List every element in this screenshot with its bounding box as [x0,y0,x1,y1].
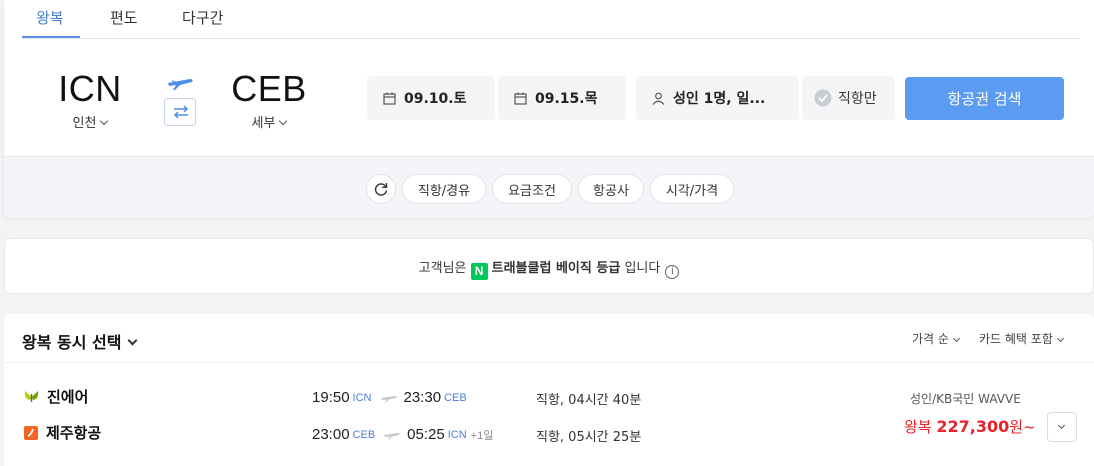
calendar-icon [514,92,527,105]
swap-arrows-icon [173,105,189,119]
inbound-schedule: 23:00 CEB 05:25 ICN +1일 [312,426,494,443]
calendar-icon [383,92,396,105]
origin-selector[interactable]: ICN 인천 [50,68,130,131]
passenger-value: 성인 1명, 일... [673,91,766,107]
destination-name: 세부 [222,112,316,131]
membership-banner: 고객님은 N 트래블클럽 베이직 등급 입니다 i [4,238,1094,294]
filter-airline[interactable]: 항공사 [578,174,644,204]
origin-name: 인천 [50,112,130,131]
passenger-field[interactable]: 성인 1명, 일... [636,76,799,120]
depart-date-field[interactable]: 09.10.토 [367,76,495,120]
sort-price-dropdown[interactable]: 가격 순 [912,330,960,347]
depart-date-value: 09.10.토 [404,91,467,107]
destination-code: CEB [231,68,307,109]
destination-selector[interactable]: CEB 세부 [222,68,316,131]
return-date-value: 09.15.목 [535,91,598,107]
expand-itinerary-button[interactable] [1047,412,1077,442]
naver-n-icon: N [470,263,488,280]
jejuair-logo-icon [24,425,38,440]
chevron-down-icon [100,116,109,126]
results-header: 왕복 동시 선택 가격 순 카드 혜택 포함 [4,314,1094,363]
card-benefit-dropdown[interactable]: 카드 혜택 포함 [979,330,1064,347]
search-panel: 왕복 편도 다구간 ICN 인천 CEB 세부 09.10.토 09.15.목 [4,0,1094,218]
tab-round-trip[interactable]: 왕복 [36,7,64,28]
inbound-duration: 직항, 05시간 25분 [536,430,642,445]
origin-code: ICN [58,68,122,109]
fare-condition-label: 성인/KB국민 WAVVE [910,392,1021,406]
outbound-duration: 직항, 04시간 40분 [536,393,642,408]
trip-type-tabs: 왕복 편도 다구간 [22,0,1080,39]
results-mode-dropdown[interactable]: 왕복 동시 선택 [22,329,138,353]
tab-one-way[interactable]: 편도 [110,7,138,28]
outbound-airline: 진에어 [24,386,88,407]
airplane-icon [168,79,193,90]
check-circle-icon [814,89,832,107]
chevron-down-icon [952,334,960,343]
airplane-icon [383,430,401,440]
tab-multi-city[interactable]: 다구간 [182,7,223,28]
outbound-schedule: 19:50 ICN 23:30 CEB [312,389,467,406]
chevron-down-icon [128,335,138,346]
direct-only-label: 직항만 [838,91,877,107]
person-icon [652,92,665,105]
refresh-icon [374,183,388,196]
active-tab-indicator [22,36,80,38]
filter-time-price[interactable]: 시각/가격 [650,174,734,204]
jinair-logo-icon [24,390,39,403]
membership-grade: 트래블클럽 베이직 등급 [491,261,621,276]
chevron-down-icon [1056,334,1064,343]
round-trip-price: 왕복 227,300원~ [904,417,1036,436]
return-date-field[interactable]: 09.15.목 [498,76,626,120]
chevron-down-icon [1057,421,1066,430]
inbound-airline: 제주항공 [24,422,101,443]
results-panel: 왕복 동시 선택 가격 순 카드 혜택 포함 진에어 19:50 ICN 23:3… [4,314,1094,466]
swap-route-button[interactable] [164,98,196,126]
chevron-down-icon [279,116,288,126]
reset-filters-button[interactable] [366,174,396,204]
info-icon[interactable]: i [665,265,680,279]
membership-text: 고객님은 N 트래블클럽 베이직 등급 입니다 i [5,257,1093,280]
airplane-icon [380,393,398,403]
filter-direct-transfer[interactable]: 직항/경유 [402,174,486,204]
filter-fare-conditions[interactable]: 요금조건 [492,174,572,204]
direct-only-toggle[interactable]: 직항만 [802,76,895,120]
search-flights-button[interactable]: 항공권 검색 [905,77,1064,120]
filter-bar: 직항/경유 요금조건 항공사 시각/가격 [4,156,1094,218]
